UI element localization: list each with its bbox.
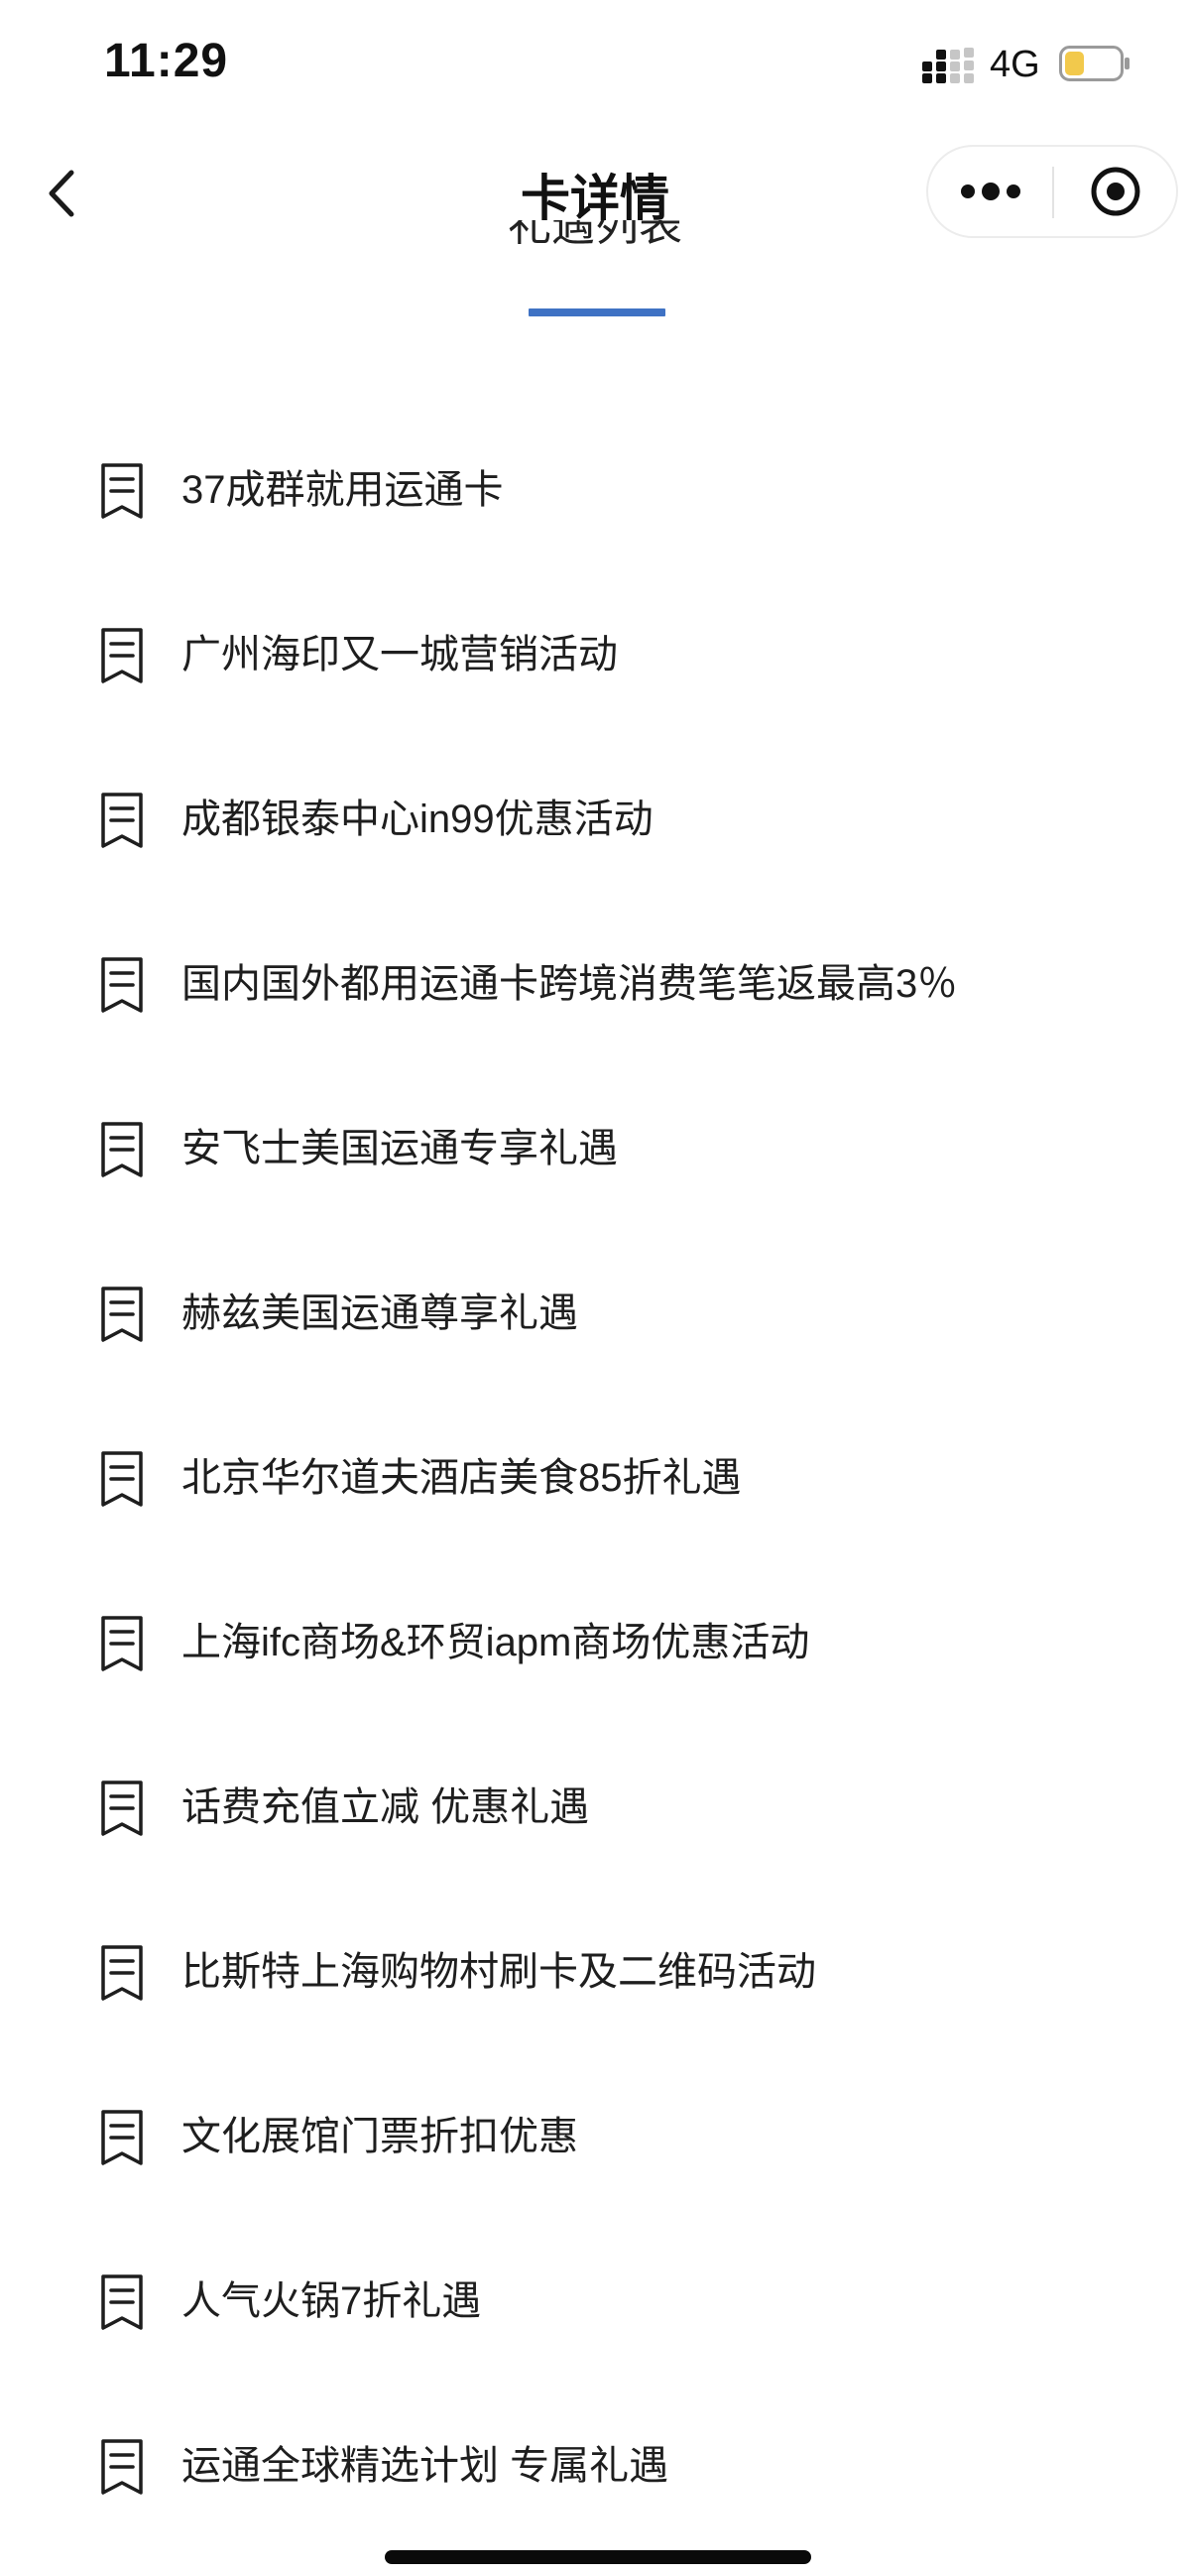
list-item[interactable]: 文化展馆门票折扣优惠 xyxy=(0,2058,1190,2223)
list-item[interactable]: 37成群就用运通卡 xyxy=(0,412,1190,576)
list-item[interactable]: 成都银泰中心in99优惠活动 xyxy=(0,741,1190,906)
document-icon xyxy=(101,1122,143,1177)
document-icon xyxy=(101,1451,143,1507)
document-icon xyxy=(101,793,143,848)
list-item-label: 文化展馆门票折扣优惠 xyxy=(181,2115,578,2158)
list-item[interactable]: 上海ifc商场&环贸iapm商场优惠活动 xyxy=(0,1564,1190,1729)
list-item[interactable]: 人气火锅7折礼遇 xyxy=(0,2223,1190,2388)
document-icon xyxy=(101,2439,143,2495)
status-time: 11:29 xyxy=(104,35,229,87)
list-item[interactable]: 赫兹美国运通尊享礼遇 xyxy=(0,1235,1190,1400)
list-item[interactable]: 国内国外都用运通卡跨境消费笔笔返最高3％ xyxy=(0,906,1190,1070)
document-icon xyxy=(101,957,143,1013)
document-icon xyxy=(101,2110,143,2165)
list-item-label: 运通全球精选计划 专属礼遇 xyxy=(181,2444,669,2488)
list-item-label: 北京华尔道夫酒店美食85折礼遇 xyxy=(181,1456,742,1500)
list-item[interactable]: 比斯特上海购物村刷卡及二维码活动 xyxy=(0,1894,1190,2058)
document-icon xyxy=(101,628,143,683)
document-icon xyxy=(101,1780,143,1836)
list-item[interactable]: 运通全球精选计划 专属礼遇 xyxy=(0,2388,1190,2552)
list-item-label: 广州海印又一城营销活动 xyxy=(181,633,618,676)
battery-icon xyxy=(1059,46,1130,81)
document-icon xyxy=(101,1945,143,2001)
network-type: 4G xyxy=(990,44,1040,85)
list-item[interactable]: 安飞士美国运通专享礼遇 xyxy=(0,1070,1190,1235)
list-item-label: 成都银泰中心in99优惠活动 xyxy=(181,797,654,841)
section-title-text: 礼遇列表 xyxy=(508,220,682,250)
list-item-label: 国内国外都用运通卡跨境消费笔笔返最高3％ xyxy=(181,962,958,1006)
document-icon xyxy=(101,1287,143,1342)
list-item-label: 37成群就用运通卡 xyxy=(181,468,504,512)
list-item-label: 安飞士美国运通专享礼遇 xyxy=(181,1127,618,1170)
list-item[interactable]: 北京华尔道夫酒店美食85折礼遇 xyxy=(0,1400,1190,1564)
list-item-label: 比斯特上海购物村刷卡及二维码活动 xyxy=(181,1950,816,1994)
signal-bars-icon xyxy=(922,48,974,83)
list-item-label: 人气火锅7折礼遇 xyxy=(181,2279,482,2323)
list-item-label: 上海ifc商场&环贸iapm商场优惠活动 xyxy=(181,1621,810,1664)
tab-underline xyxy=(529,308,665,316)
target-circle-icon[interactable] xyxy=(1075,161,1156,222)
list-item-label: 话费充值立减 优惠礼遇 xyxy=(181,1785,590,1829)
capsule-divider xyxy=(1052,167,1054,218)
document-icon xyxy=(101,1616,143,1671)
home-indicator xyxy=(385,2550,811,2564)
section-title: 礼遇列表 xyxy=(0,220,1190,254)
status-bar: 11:29 4G xyxy=(0,0,1190,129)
more-dots-icon[interactable] xyxy=(950,161,1031,222)
document-icon xyxy=(101,463,143,519)
document-icon xyxy=(101,2274,143,2330)
list-item[interactable]: 广州海印又一城营销活动 xyxy=(0,576,1190,741)
list-item-label: 赫兹美国运通尊享礼遇 xyxy=(181,1291,578,1335)
list-item[interactable]: 话费充值立减 优惠礼遇 xyxy=(0,1729,1190,1894)
